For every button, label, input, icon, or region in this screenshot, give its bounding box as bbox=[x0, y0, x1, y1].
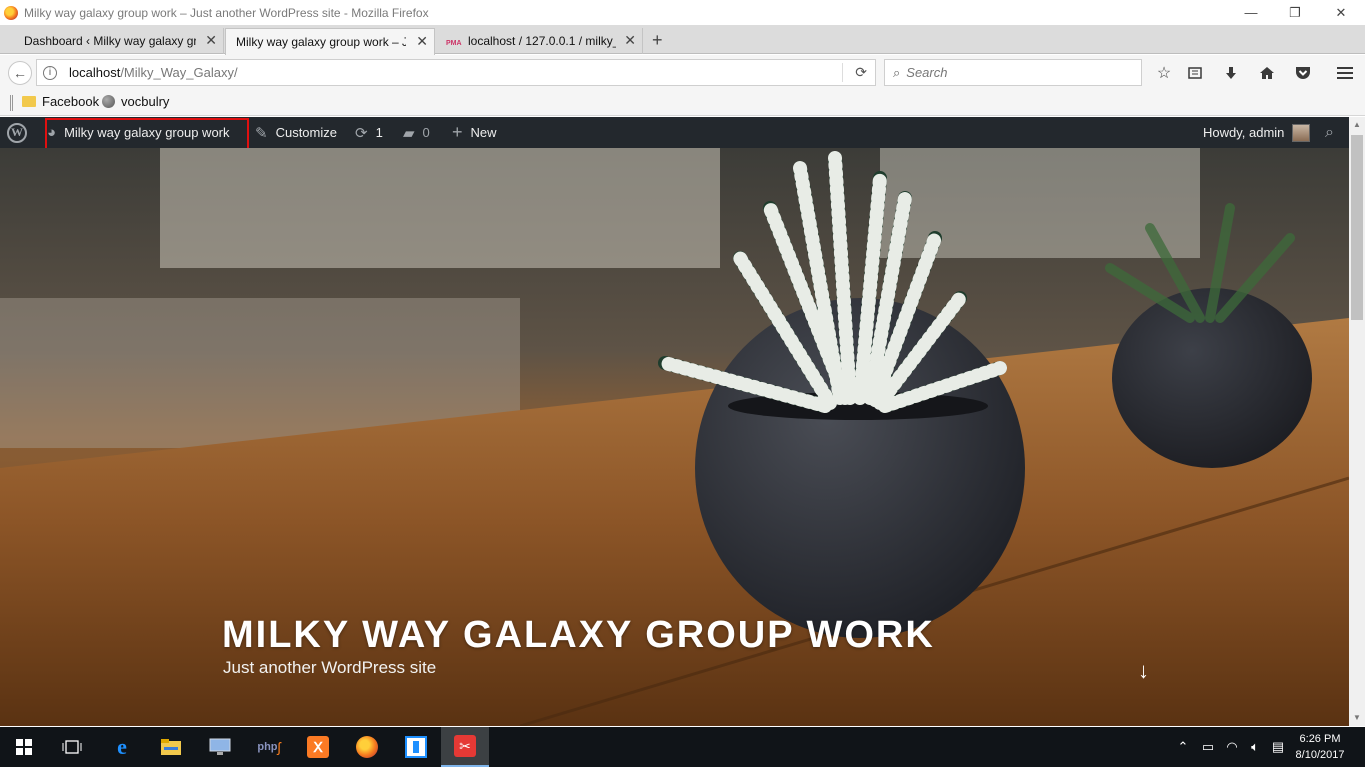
url-divider bbox=[842, 63, 843, 82]
customize-label: Customize bbox=[275, 125, 337, 140]
show-hidden-icons-icon[interactable]: ⌃ bbox=[1175, 727, 1191, 767]
bookmark-label: vocbulry bbox=[121, 94, 170, 109]
info-icon[interactable]: i bbox=[43, 65, 57, 80]
tab-label: Milky way galaxy group work – Just anoth… bbox=[236, 35, 406, 49]
star-icon[interactable]: ☆ bbox=[1154, 63, 1174, 83]
reading-list-icon[interactable] bbox=[1185, 63, 1205, 83]
my-account-menu[interactable]: Howdy, admin bbox=[1203, 117, 1311, 148]
phpmyadmin-icon: PMA bbox=[446, 40, 462, 47]
search-bar[interactable]: ⌕ bbox=[884, 59, 1142, 86]
task-view-icon[interactable] bbox=[48, 727, 96, 767]
volume-icon[interactable]: 🔈︎ bbox=[1245, 727, 1265, 767]
restore-button[interactable]: ❐ bbox=[1272, 0, 1318, 25]
url-bar[interactable]: i localhost/Milky_Way_Galaxy/ ⟳ bbox=[36, 59, 876, 86]
comment-icon: ▰ bbox=[403, 124, 415, 142]
wifi-icon[interactable]: ◠ bbox=[1222, 727, 1242, 767]
snipping-tool-icon[interactable]: ✂ bbox=[441, 727, 489, 767]
php-icon[interactable]: php ʃ bbox=[245, 727, 293, 767]
back-button[interactable]: ← bbox=[8, 61, 32, 85]
window-title: Milky way galaxy group work – Just anoth… bbox=[24, 5, 429, 20]
app-icon[interactable] bbox=[392, 727, 440, 767]
url-host: localhost bbox=[69, 65, 121, 80]
wordpress-logo-icon: W bbox=[7, 122, 27, 143]
tab-strip: Dashboard ‹ Milky way galaxy group work … bbox=[0, 25, 1365, 55]
site-title[interactable]: MILKY WAY GALAXY GROUP WORK bbox=[222, 614, 935, 657]
howdy-label: Howdy, admin bbox=[1203, 125, 1285, 140]
search-icon: ⌕ bbox=[893, 64, 901, 80]
clock-date: 8/10/2017 bbox=[1295, 749, 1345, 761]
xampp-icon[interactable]: ⵝ bbox=[294, 727, 342, 767]
start-icon[interactable] bbox=[0, 727, 48, 767]
navigation-toolbar: ← i localhost/Milky_Way_Galaxy/ ⟳ ⌕ ☆ bbox=[0, 55, 1365, 90]
tab-phpmyadmin[interactable]: PMA localhost / 127.0.0.1 / milky_way_ga… bbox=[436, 28, 643, 54]
download-icon[interactable] bbox=[1221, 63, 1241, 83]
minimize-button[interactable]: — bbox=[1228, 0, 1274, 25]
close-tab-icon[interactable]: ✕ bbox=[624, 32, 636, 49]
bookmarks-toolbar: Facebook vocbulry bbox=[0, 90, 1365, 116]
scroll-down-arrow-icon[interactable]: ▼ bbox=[1349, 710, 1365, 726]
new-tab-button[interactable]: + bbox=[652, 30, 663, 51]
bookmark-vocbulry[interactable]: vocbulry bbox=[102, 94, 169, 109]
tab-dashboard[interactable]: Dashboard ‹ Milky way galaxy group work … bbox=[14, 28, 224, 54]
clock-time: 6:26 PM bbox=[1299, 733, 1341, 745]
wp-logo-menu[interactable]: W bbox=[7, 117, 27, 148]
tab-label: localhost / 127.0.0.1 / milky_way_galaxy bbox=[468, 34, 616, 48]
battery-icon[interactable]: ▭ bbox=[1198, 727, 1218, 767]
taskbar-clock[interactable]: 6:26 PM 8/10/2017 bbox=[1290, 731, 1350, 763]
firefox-icon[interactable] bbox=[343, 727, 391, 767]
close-tab-icon[interactable]: ✕ bbox=[205, 32, 217, 49]
site-description: Just another WordPress site bbox=[223, 658, 437, 677]
folder-icon bbox=[22, 96, 36, 107]
plus-icon: + bbox=[452, 122, 463, 142]
menu-icon[interactable] bbox=[1335, 63, 1355, 83]
close-tab-icon[interactable]: ✕ bbox=[416, 33, 428, 50]
updates-icon: ⟳ bbox=[355, 124, 368, 142]
updates-menu[interactable]: ⟳ 1 bbox=[355, 117, 383, 148]
file-explorer-icon[interactable] bbox=[147, 727, 195, 767]
brush-icon: ✎ bbox=[255, 124, 268, 142]
new-content-menu[interactable]: + New bbox=[452, 117, 497, 148]
page-scrollbar[interactable]: ▲ ▼ bbox=[1349, 117, 1365, 726]
firefox-icon bbox=[4, 5, 18, 20]
scroll-down-icon[interactable]: ↓ bbox=[1138, 658, 1149, 684]
close-window-button[interactable]: ✕ bbox=[1318, 0, 1364, 25]
network-icon[interactable] bbox=[196, 727, 244, 767]
windows-taskbar: e php ʃ ⵝ ✂ ⌃ ▭ ◠ 🔈︎ ▤ 6:26 PM 8/10/2017 bbox=[0, 727, 1365, 767]
comments-count: 0 bbox=[422, 125, 430, 140]
bookmarks-grip bbox=[10, 95, 13, 111]
url-path: /Milky_Way_Galaxy/ bbox=[120, 65, 238, 80]
avatar bbox=[1292, 123, 1311, 142]
scrollbar-thumb[interactable] bbox=[1351, 135, 1363, 320]
notification-icon[interactable]: ▤ bbox=[1268, 727, 1288, 767]
pocket-icon[interactable] bbox=[1293, 63, 1313, 83]
globe-icon bbox=[102, 95, 115, 108]
scroll-up-arrow-icon[interactable]: ▲ bbox=[1349, 117, 1365, 133]
search-input[interactable] bbox=[906, 65, 1127, 80]
tab-label: Dashboard ‹ Milky way galaxy group work bbox=[24, 34, 196, 48]
new-label: New bbox=[470, 125, 497, 140]
comments-menu[interactable]: ▰ 0 bbox=[403, 117, 430, 148]
edge-icon[interactable]: e bbox=[98, 727, 146, 767]
reload-icon[interactable]: ⟳ bbox=[855, 64, 867, 81]
header-hero-image: MILKY WAY GALAXY GROUP WORK Just another… bbox=[0, 148, 1349, 726]
home-icon[interactable] bbox=[1257, 63, 1277, 83]
customize-menu[interactable]: ✎ Customize bbox=[255, 117, 337, 148]
bookmark-label: Facebook bbox=[42, 94, 100, 109]
updates-count: 1 bbox=[375, 125, 383, 140]
admin-bar-search-icon[interactable]: ⌕ bbox=[1325, 117, 1334, 148]
bookmark-facebook[interactable]: Facebook bbox=[22, 94, 99, 109]
tab-site[interactable]: Milky way galaxy group work – Just anoth… bbox=[225, 28, 435, 55]
window-title-bar: Milky way galaxy group work – Just anoth… bbox=[0, 0, 1365, 25]
